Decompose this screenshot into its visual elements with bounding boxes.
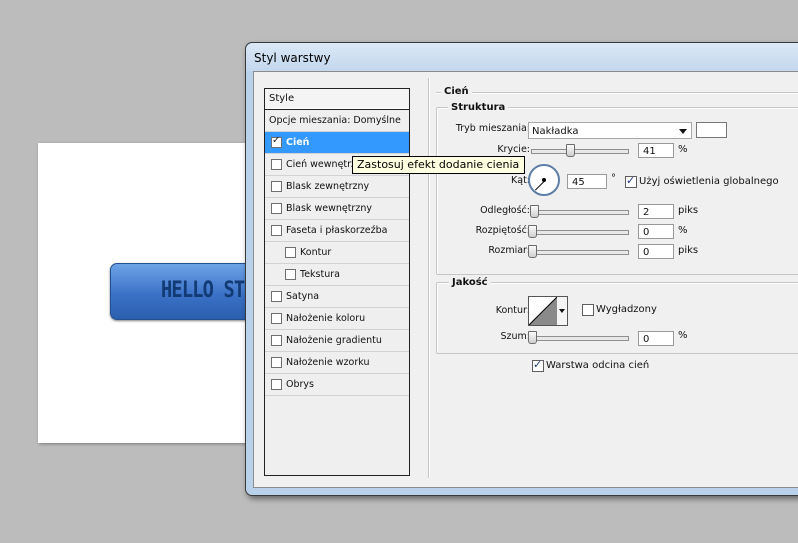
angle-dial[interactable] [528,164,560,196]
style-item-checkbox[interactable] [271,379,282,390]
blending-options-item[interactable]: Opcje mieszania: Domyślne [265,110,409,132]
antialiased-checkbox[interactable] [582,304,594,316]
style-item-checkbox[interactable] [271,313,282,324]
style-item[interactable]: Satyna [265,286,409,308]
size-input[interactable]: 0 [638,244,674,259]
opacity-slider-thumb[interactable] [566,144,576,157]
style-item[interactable]: Blask zewnętrzny [265,176,409,198]
dialog-client-area: Style Opcje mieszania: Domyślne Cień Cień… [253,71,798,488]
chevron-down-icon [679,129,687,134]
opacity-label: Krycie: [497,144,530,155]
structure-title: Struktura [448,102,509,113]
spread-unit: % [678,225,688,236]
style-item[interactable]: Nałożenie koloru [265,308,409,330]
style-item[interactable]: Faseta i płaskorzeźba [265,220,409,242]
style-item-label: Faseta i płaskorzeźba [286,225,388,236]
shadow-color-swatch[interactable] [696,122,727,138]
noise-input[interactable]: 0 [638,331,674,346]
distance-slider-thumb[interactable] [530,205,539,218]
knockout-label: Warstwa odcina cień [546,360,650,371]
spread-input[interactable]: 0 [638,224,674,239]
distance-unit: piks [678,205,699,216]
angle-unit: ° [611,173,616,184]
style-item-checkbox[interactable] [271,335,282,346]
noise-label: Szum: [500,331,531,342]
blending-options-label: Opcje mieszania: Domyślne [269,115,401,126]
style-item[interactable]: Nałożenie gradientu [265,330,409,352]
noise-slider-track[interactable] [531,336,629,341]
spread-slider-track[interactable] [531,230,629,235]
style-item-label: Cień [286,137,310,148]
quality-group [436,282,798,354]
blend-mode-label: Tryb mieszania: [455,123,530,134]
dialog-title: Styl warstwy [254,51,331,65]
section-title-shadow: Cień [441,86,472,97]
opacity-slider-track[interactable] [531,149,629,154]
style-item-checkbox[interactable] [285,247,296,258]
panel-divider [428,78,429,478]
style-item[interactable]: Nałożenie wzorku [265,352,409,374]
blend-mode-value: Nakładka [532,126,579,137]
contour-curve-icon [529,297,557,325]
style-item-label: Tekstura [300,269,340,280]
style-item-checkbox[interactable] [271,159,282,170]
distance-input[interactable]: 2 [638,204,674,219]
angle-dial-needle [534,180,545,191]
distance-label: Odległość: [480,205,530,216]
noise-slider-thumb[interactable] [528,331,537,344]
style-item-label: Nałożenie gradientu [286,335,382,346]
global-light-label: Użyj oświetlenia globalnego [639,176,779,187]
style-item-checkbox[interactable] [271,181,282,192]
size-label: Rozmiar: [488,245,530,256]
tooltip: Zastosuj efekt dodanie cienia [352,156,526,174]
spread-label: Rozpiętość: [475,225,530,236]
style-item[interactable]: Tekstura [265,264,409,286]
style-list-header[interactable]: Style [265,89,409,110]
global-light-checkbox[interactable] [625,174,637,188]
angle-input[interactable]: 45 [567,174,607,189]
opacity-unit: % [678,144,688,155]
opacity-input[interactable]: 41 [638,143,674,158]
distance-slider-track[interactable] [531,210,629,215]
style-item[interactable]: Kontur [265,242,409,264]
size-unit: piks [678,245,699,256]
style-item[interactable]: Blask wewnętrzny [265,198,409,220]
layer-style-dialog: Styl warstwy Style Opcje mieszania: Domy… [245,42,798,496]
style-item-checkbox[interactable] [271,225,282,236]
blend-mode-select[interactable]: Nakładka [528,122,692,139]
noise-unit: % [678,330,688,341]
style-item-checkbox[interactable] [271,135,282,148]
contour-label: Kontur: [495,305,530,316]
dialog-titlebar[interactable]: Styl warstwy [246,43,798,71]
style-item-label: Kontur [300,247,332,258]
quality-title: Jakość [449,277,491,288]
style-item-label: Obrys [286,379,314,390]
spread-slider-thumb[interactable] [528,225,537,238]
style-item-label: Satyna [286,291,320,302]
style-item[interactable]: Cień [265,132,409,154]
hello-button-text: HELLO ST [161,278,245,303]
section-rule [436,92,798,93]
style-item-label: Blask zewnętrzny [286,181,370,192]
knockout-checkbox[interactable] [532,358,544,372]
contour-preview[interactable] [528,296,558,326]
size-slider-track[interactable] [531,250,629,255]
style-item-checkbox[interactable] [271,357,282,368]
canvas-document[interactable]: HELLO ST [38,143,282,443]
style-item[interactable]: Obrys [265,374,409,396]
style-item-checkbox[interactable] [285,269,296,280]
size-slider-thumb[interactable] [528,245,537,258]
style-item-checkbox[interactable] [271,291,282,302]
style-item-label: Nałożenie koloru [286,313,366,324]
style-item-label: Blask wewnętrzny [286,203,372,214]
contour-dropdown-button[interactable] [557,296,568,326]
style-item-checkbox[interactable] [271,203,282,214]
antialiased-label: Wygładzony [596,304,657,315]
style-list: Style Opcje mieszania: Domyślne CieńCień… [264,88,410,476]
style-item-label: Nałożenie wzorku [286,357,370,368]
angle-dial-center [542,178,546,182]
